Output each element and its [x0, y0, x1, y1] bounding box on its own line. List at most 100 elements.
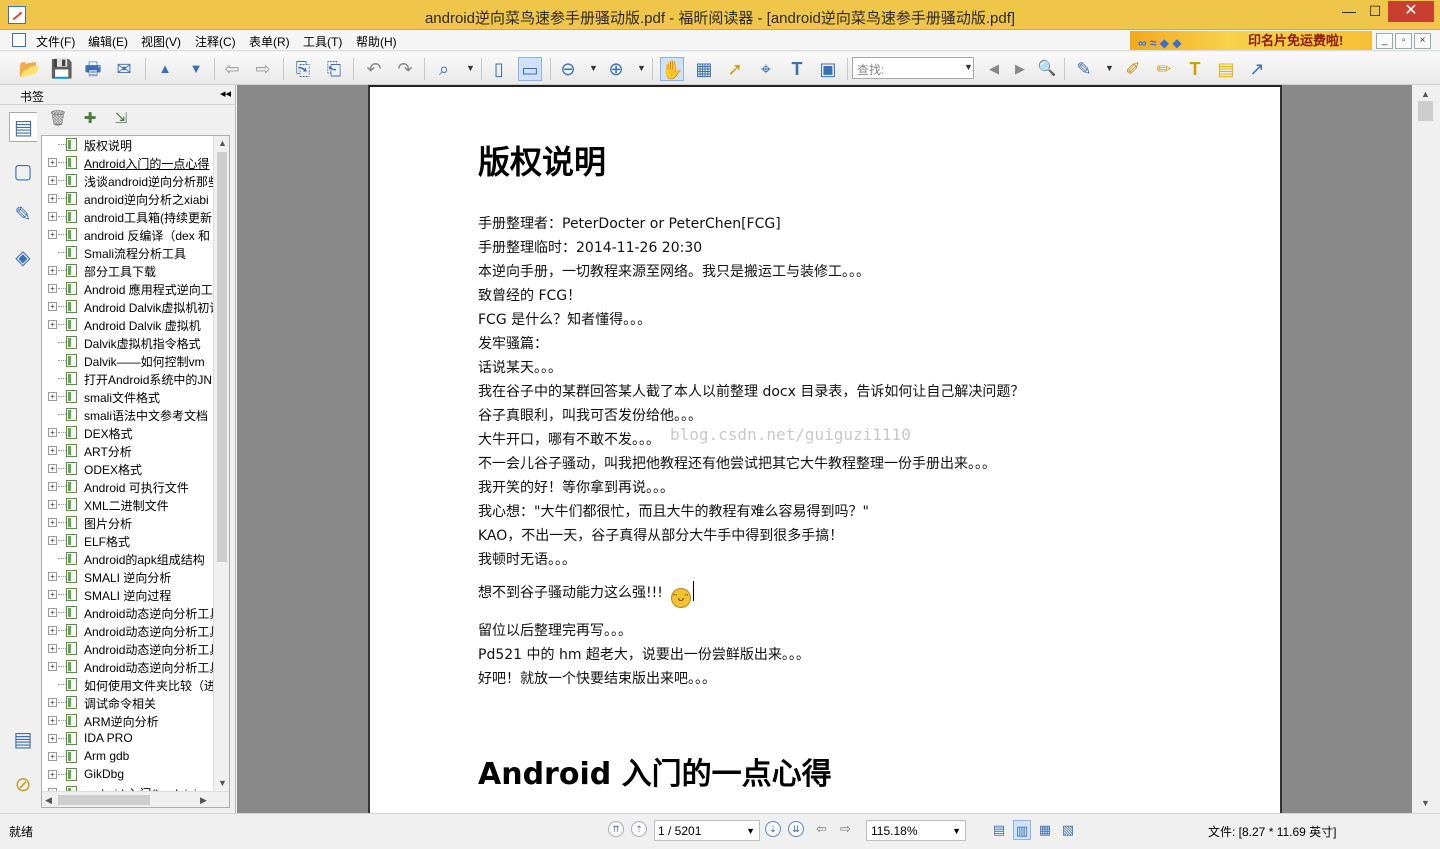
bookmark-item[interactable]: 如何使用文件夹比较（进 — [42, 676, 214, 694]
expand-icon[interactable]: + — [48, 536, 57, 545]
doc-scroll-thumb[interactable] — [1418, 101, 1433, 121]
menu-help[interactable]: 帮助(H) — [356, 33, 397, 50]
next-page-icon[interactable]: ⇣ — [765, 821, 781, 837]
find-next-icon[interactable]: ▶ — [1008, 57, 1032, 81]
email-icon[interactable]: ✉ — [112, 57, 136, 81]
expand-icon[interactable]: + — [48, 770, 57, 779]
tree-vertical-scrollbar[interactable]: ▲ ▼ — [213, 136, 229, 791]
bookmark-item[interactable]: + GikDbg — [42, 766, 214, 784]
tree-scroll-left-icon[interactable]: ◀ — [45, 795, 52, 806]
bookmark-item[interactable]: + ART分析 — [42, 442, 214, 460]
bookmark-item[interactable]: + android逆向分析之xiabi — [42, 190, 214, 208]
expand-icon[interactable]: + — [48, 644, 57, 653]
ad-banner[interactable]: ∞ ≈ ◆ ◆ 印名片免运费啦! — [1130, 31, 1372, 50]
delete-bookmark-icon[interactable]: 🗑 — [48, 109, 68, 129]
bookmark-item[interactable]: Dalvik——如何控制vm — [42, 352, 214, 370]
comments-tab-icon[interactable]: ▤ — [9, 725, 37, 755]
bookmark-item[interactable]: + SMALI 逆向分析 — [42, 568, 214, 586]
bookmark-item[interactable]: + Android入门的一点心得 — [42, 154, 214, 172]
bookmark-item[interactable]: + 图片分析 — [42, 514, 214, 532]
pages-tab-icon[interactable]: ▢ — [9, 157, 37, 187]
zoom-out-dropdown-icon[interactable]: ▼ — [589, 63, 598, 73]
select-tool-icon[interactable]: ➚ — [723, 57, 747, 81]
menu-tools[interactable]: 工具(T) — [303, 33, 342, 50]
save-icon[interactable]: 💾 — [50, 57, 74, 81]
document-view[interactable]: 版权说明 blog.csdn.net/guiguzi1110 想不到谷子骚动能力… — [237, 85, 1412, 813]
arrow-tool-icon[interactable]: ↗ — [1245, 57, 1269, 81]
minimize-button[interactable]: — — [1336, 1, 1362, 22]
close-button[interactable]: ✕ — [1388, 1, 1434, 22]
find-dropdown-icon[interactable]: ▼ — [964, 62, 973, 72]
print-icon[interactable]: 🖶 — [81, 57, 105, 81]
select-text-icon[interactable]: ▦ — [692, 57, 716, 81]
stamp-icon[interactable]: ✐ — [1121, 57, 1145, 81]
pdf-page[interactable]: 版权说明 blog.csdn.net/guiguzi1110 想不到谷子骚动能力… — [368, 85, 1282, 813]
bookmark-item[interactable]: + XML二进制文件 — [42, 496, 214, 514]
add-bookmark-icon[interactable]: ✚ — [80, 109, 100, 129]
bookmark-item[interactable]: + 调试命令相关 — [42, 694, 214, 712]
bookmark-item[interactable]: + Android动态逆向分析工具 — [42, 604, 214, 622]
fit-page-icon[interactable]: ▯ — [487, 57, 511, 81]
history-forward-icon[interactable]: ⇨ — [840, 821, 851, 837]
expand-icon[interactable]: + — [48, 320, 57, 329]
zoom-level-dropdown-icon[interactable]: ▼ — [952, 826, 961, 836]
bookmark-item[interactable]: Smali流程分析工具 — [42, 244, 214, 262]
menu-file[interactable]: 文件(F) — [36, 33, 75, 50]
zoom-in-icon[interactable]: ⊕ — [604, 57, 628, 81]
bookmark-item[interactable]: 版权说明 — [42, 136, 214, 154]
expand-icon[interactable]: + — [48, 428, 57, 437]
bookmark-item[interactable]: Android的apk组成结构 — [42, 550, 214, 568]
expand-icon[interactable]: + — [48, 464, 57, 473]
bookmark-item[interactable]: + SMALI 逆向过程 — [42, 586, 214, 604]
tree-scroll-down-icon[interactable]: ▼ — [218, 778, 227, 788]
bookmark-item[interactable]: + Android动态逆向分析工具 — [42, 658, 214, 676]
tree-scroll-right-icon[interactable]: ▶ — [200, 795, 207, 806]
expand-icon[interactable]: + — [48, 266, 57, 275]
bookmark-item[interactable]: 打开Android系统中的JNI — [42, 370, 214, 388]
comment-dropdown-icon[interactable]: ▼ — [1105, 63, 1114, 73]
bookmark-item[interactable]: + ODEX格式 — [42, 460, 214, 478]
find-input[interactable]: 查找: — [852, 57, 974, 79]
expand-icon[interactable]: + — [48, 302, 57, 311]
expand-icon[interactable]: + — [48, 626, 57, 635]
bookmark-item[interactable]: + Android动态逆向分析工具 — [42, 640, 214, 658]
expand-icon[interactable]: + — [48, 500, 57, 509]
bookmark-item[interactable]: + Android动态逆向分析工具 — [42, 622, 214, 640]
tree-scroll-up-icon[interactable]: ▲ — [218, 138, 227, 148]
bookmark-properties-icon[interactable]: ⇲ — [111, 109, 131, 129]
bookmark-item[interactable]: + Android 應用程式逆向工 — [42, 280, 214, 298]
highlight-icon[interactable]: ✏ — [1152, 57, 1176, 81]
mdi-minimize-button[interactable]: _ — [1376, 33, 1393, 49]
forward-icon[interactable]: ⇨ — [251, 57, 275, 81]
doc-scroll-up-icon[interactable]: ▲ — [1421, 89, 1430, 99]
expand-icon[interactable]: + — [48, 212, 57, 221]
expand-icon[interactable]: + — [48, 716, 57, 725]
previous-page-icon[interactable]: ⇡ — [631, 821, 647, 837]
page-dropdown-icon[interactable]: ▼ — [746, 826, 755, 836]
nav-up-icon[interactable]: ▲ — [153, 57, 177, 81]
single-page-view-icon[interactable]: ▤ — [990, 820, 1008, 840]
bookmark-item[interactable]: + Android 可执行文件 — [42, 478, 214, 496]
note-icon[interactable]: ▤ — [1214, 57, 1238, 81]
menu-form[interactable]: 表单(R) — [249, 33, 290, 50]
comment-tool-icon[interactable]: ✎ — [1072, 57, 1096, 81]
tree-horizontal-scrollbar[interactable]: ◀ ▶ — [42, 791, 229, 807]
continuous-view-icon[interactable]: ▥ — [1013, 820, 1031, 840]
expand-icon[interactable]: + — [48, 392, 57, 401]
menu-comment[interactable]: 注释(C) — [195, 33, 236, 50]
expand-icon[interactable]: + — [48, 698, 57, 707]
expand-icon[interactable]: + — [48, 446, 57, 455]
bookmark-item[interactable]: + 部分工具下载 — [42, 262, 214, 280]
fit-width-icon[interactable]: ▭ — [518, 57, 542, 81]
layers-tab-icon[interactable]: ◈ — [9, 243, 37, 273]
binoculars-icon[interactable]: ⌖ — [754, 57, 778, 81]
zoom-dropdown-icon[interactable]: ▼ — [466, 63, 475, 73]
zoom-in-dropdown-icon[interactable]: ▼ — [637, 63, 646, 73]
bookmark-item[interactable]: + ELF格式 — [42, 532, 214, 550]
expand-icon[interactable]: + — [48, 158, 57, 167]
document-vertical-scrollbar[interactable]: ▲ ▼ — [1412, 85, 1440, 813]
expand-icon[interactable]: + — [48, 608, 57, 617]
tree-scroll-thumb[interactable] — [217, 152, 227, 562]
collapse-panel-icon[interactable]: ◂◂ — [220, 87, 231, 100]
extract-pages-icon[interactable]: ⎘ — [291, 57, 315, 81]
